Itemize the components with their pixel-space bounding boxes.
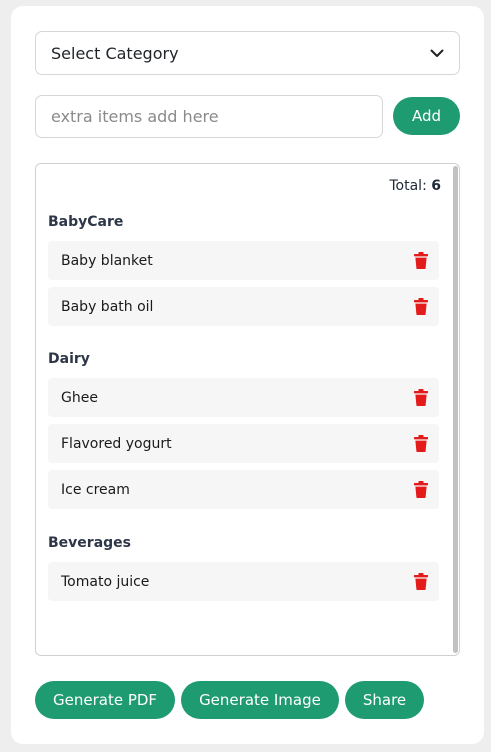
item-label: Baby blanket bbox=[61, 252, 153, 269]
item-label: Tomato juice bbox=[61, 573, 150, 590]
item-label: Ghee bbox=[61, 389, 98, 406]
item-label: Ice cream bbox=[61, 481, 130, 498]
list-item: Ghee bbox=[48, 378, 439, 417]
trash-icon[interactable] bbox=[414, 389, 428, 407]
trash-icon[interactable] bbox=[414, 481, 428, 499]
generate-image-button[interactable]: Generate Image bbox=[181, 681, 339, 719]
generate-pdf-button[interactable]: Generate PDF bbox=[35, 681, 176, 719]
list-item: Baby blanket bbox=[48, 241, 439, 280]
shopping-list-card: Select Category Add Total: 6 BabyCare Ba… bbox=[11, 6, 484, 744]
list-item: Tomato juice bbox=[48, 562, 439, 601]
trash-icon[interactable] bbox=[414, 298, 428, 316]
items-list-panel: Total: 6 BabyCare Baby blanket Baby bath… bbox=[35, 163, 460, 656]
list-item: Ice cream bbox=[48, 470, 439, 509]
list-item: Baby bath oil bbox=[48, 287, 439, 326]
category-select-value: Select Category bbox=[51, 43, 179, 63]
extra-item-input[interactable] bbox=[35, 95, 383, 138]
category-heading: Beverages bbox=[48, 535, 131, 551]
total-label: Total: bbox=[389, 178, 427, 194]
item-label: Baby bath oil bbox=[61, 298, 154, 315]
action-bar: Generate PDF Generate Image Share bbox=[35, 681, 425, 719]
total-value: 6 bbox=[431, 178, 441, 194]
list-item: Flavored yogurt bbox=[48, 424, 439, 463]
share-button[interactable]: Share bbox=[344, 681, 425, 719]
category-heading: Dairy bbox=[48, 351, 90, 367]
category-heading: BabyCare bbox=[48, 214, 124, 230]
category-select[interactable]: Select Category bbox=[35, 31, 460, 75]
add-button[interactable]: Add bbox=[393, 97, 460, 135]
scrollbar[interactable] bbox=[453, 166, 458, 653]
chevron-down-icon bbox=[429, 45, 445, 61]
total-count: Total: 6 bbox=[389, 178, 441, 194]
trash-icon[interactable] bbox=[414, 435, 428, 453]
trash-icon[interactable] bbox=[414, 573, 428, 591]
item-label: Flavored yogurt bbox=[61, 435, 172, 452]
trash-icon[interactable] bbox=[414, 252, 428, 270]
